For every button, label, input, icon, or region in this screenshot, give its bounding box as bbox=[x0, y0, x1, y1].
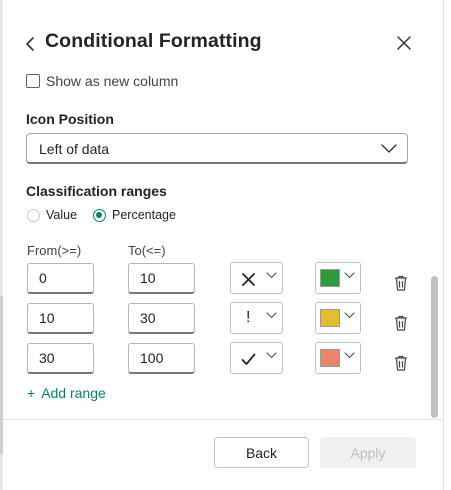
add-range-label: Add range bbox=[41, 385, 106, 401]
chevron-down-icon bbox=[266, 312, 277, 319]
range-1-icon-dropdown[interactable] bbox=[230, 262, 283, 294]
back-button[interactable]: Back bbox=[214, 437, 309, 468]
range-2-from-input[interactable] bbox=[27, 303, 94, 334]
icon-position-label: Icon Position bbox=[26, 111, 114, 127]
range-3-icon-dropdown[interactable] bbox=[230, 342, 283, 374]
range-2-icon-dropdown[interactable]: ! bbox=[230, 302, 283, 334]
range-2-color-dropdown[interactable] bbox=[315, 302, 361, 334]
chevron-down-icon bbox=[344, 312, 355, 319]
cross-icon bbox=[242, 273, 255, 286]
footer-divider bbox=[3, 419, 443, 420]
panel-right-border bbox=[443, 0, 444, 490]
delete-range-3-icon[interactable] bbox=[394, 355, 408, 371]
to-column-header: To(<=) bbox=[128, 243, 166, 258]
range-3-to-input[interactable] bbox=[128, 343, 195, 374]
panel-left-edge-marker bbox=[0, 296, 3, 454]
chevron-down-icon bbox=[266, 272, 277, 279]
show-as-new-column-checkbox[interactable] bbox=[26, 74, 40, 88]
range-1-from-input[interactable] bbox=[27, 263, 94, 294]
chevron-down-icon bbox=[344, 352, 355, 359]
from-column-header: From(>=) bbox=[27, 243, 82, 258]
chevron-down-icon bbox=[266, 352, 277, 359]
range-1-color-dropdown[interactable] bbox=[315, 262, 361, 294]
range-3-color-swatch bbox=[320, 349, 340, 367]
range-2-color-swatch bbox=[320, 309, 340, 327]
close-icon[interactable] bbox=[395, 34, 413, 52]
chevron-down-icon bbox=[344, 272, 355, 279]
conditional-formatting-panel: Conditional Formatting Show as new colum… bbox=[0, 0, 451, 490]
scrollbar-thumb[interactable] bbox=[431, 276, 438, 418]
chevron-down-icon bbox=[381, 144, 397, 153]
range-1-color-swatch bbox=[320, 269, 340, 287]
range-3-color-dropdown[interactable] bbox=[315, 342, 361, 374]
radio-value-label[interactable]: Value bbox=[46, 208, 77, 222]
radio-percentage[interactable] bbox=[93, 209, 106, 222]
classification-ranges-label: Classification ranges bbox=[26, 183, 167, 199]
chevron-left-icon[interactable] bbox=[22, 35, 40, 53]
range-1-to-input[interactable] bbox=[128, 263, 195, 294]
show-as-new-column-label[interactable]: Show as new column bbox=[46, 73, 178, 89]
icon-position-select[interactable]: Left of data bbox=[26, 133, 408, 164]
icon-position-value: Left of data bbox=[39, 141, 110, 157]
page-title: Conditional Formatting bbox=[45, 30, 262, 52]
apply-button[interactable]: Apply bbox=[320, 437, 416, 468]
delete-range-2-icon[interactable] bbox=[394, 315, 408, 331]
add-range-button[interactable]: + Add range bbox=[27, 385, 106, 401]
exclamation-icon: ! bbox=[246, 309, 251, 326]
range-2-to-input[interactable] bbox=[128, 303, 195, 334]
checkmark-icon bbox=[241, 353, 256, 365]
delete-range-1-icon[interactable] bbox=[394, 275, 408, 291]
range-3-from-input[interactable] bbox=[27, 343, 94, 374]
radio-value[interactable] bbox=[27, 209, 40, 222]
radio-percentage-label[interactable]: Percentage bbox=[112, 208, 176, 222]
plus-icon: + bbox=[27, 385, 36, 401]
